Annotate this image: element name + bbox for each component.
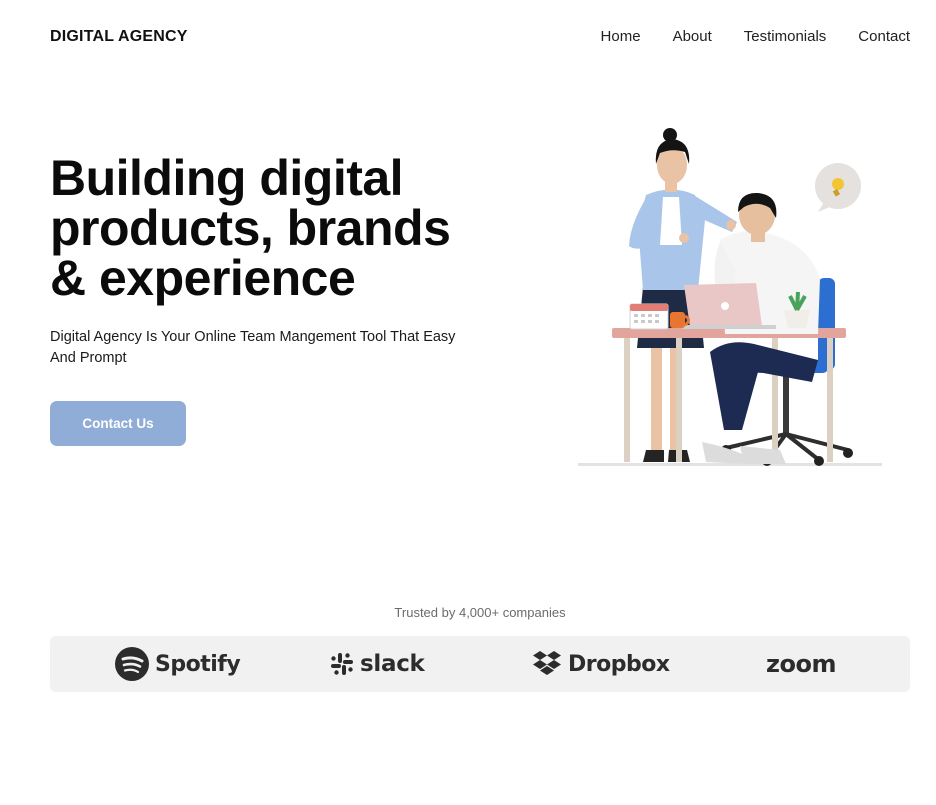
- zoom-name: zoom: [766, 650, 836, 678]
- dropbox-name: Dropbox: [568, 651, 670, 677]
- nav-home[interactable]: Home: [601, 28, 641, 45]
- spotify-icon: [115, 647, 149, 681]
- trusted-caption: Trusted by 4,000+ companies: [394, 605, 566, 620]
- site-header: DIGITAL AGENCY Home About Testimonials C…: [0, 0, 936, 74]
- nav-testimonials[interactable]: Testimonials: [744, 28, 827, 45]
- main-nav: Home About Testimonials Contact: [601, 28, 910, 45]
- slack-icon: [331, 653, 353, 675]
- spotify-logo: Spotify: [115, 636, 241, 692]
- dropbox-icon: [533, 651, 561, 675]
- site-logo[interactable]: DIGITAL AGENCY: [50, 28, 188, 46]
- hero-title-line: Building digital: [50, 150, 404, 206]
- hero-subtitle: Digital Agency Is Your Online Team Mange…: [50, 329, 456, 366]
- hero-title-line: products, brands: [50, 200, 451, 256]
- zoom-logo: zoom: [766, 636, 836, 692]
- company-logos-strip: Spotify slack Dropbox zoom: [50, 636, 910, 692]
- spotify-name: Spotify: [155, 651, 241, 677]
- hero-title: Building digital products, brands & expe…: [50, 153, 520, 303]
- dropbox-logo: Dropbox: [532, 636, 670, 692]
- hero-title-line: & experience: [50, 250, 356, 306]
- contact-us-button[interactable]: Contact Us: [50, 401, 186, 446]
- nav-contact[interactable]: Contact: [858, 28, 910, 45]
- slack-name: slack: [360, 651, 425, 677]
- hero-illustration: [572, 120, 892, 475]
- nav-about[interactable]: About: [673, 28, 712, 45]
- slack-logo: slack: [330, 636, 425, 692]
- office-team-illustration: [578, 128, 882, 466]
